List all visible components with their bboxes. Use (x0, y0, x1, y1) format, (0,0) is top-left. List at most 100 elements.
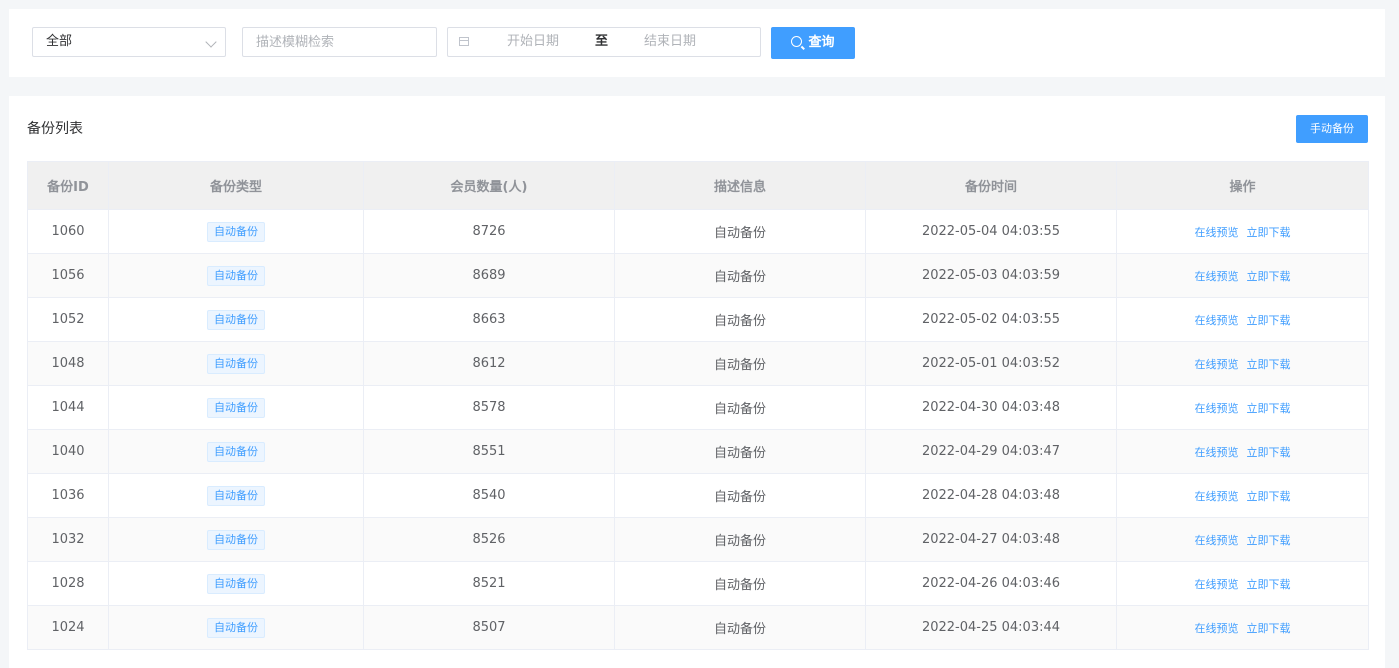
cell-id: 1028 (27, 561, 109, 606)
chevron-down-icon (205, 36, 217, 48)
cell-type: 自动备份 (108, 517, 364, 562)
cell-time: 2022-05-01 04:03:52 (865, 341, 1117, 386)
type-tag: 自动备份 (207, 309, 265, 330)
column-header-id[interactable]: 备份ID (27, 161, 109, 210)
cell-desc: 自动备份 (614, 297, 866, 342)
table-row: 1048 自动备份 8612 自动备份 2022-05-01 04:03:52 … (27, 341, 1369, 386)
cell-id: 1052 (27, 297, 109, 342)
cell-type: 自动备份 (108, 429, 364, 474)
preview-link[interactable]: 在线预览 (1195, 314, 1239, 327)
cell-count: 8689 (363, 253, 615, 298)
column-header-desc[interactable]: 描述信息 (614, 161, 866, 210)
cell-id: 1056 (27, 253, 109, 298)
cell-actions: 在线预览 立即下载 (1116, 561, 1369, 606)
end-date-input[interactable]: 结束日期 (644, 28, 696, 56)
cell-time: 2022-05-02 04:03:55 (865, 297, 1117, 342)
cell-type: 自动备份 (108, 297, 364, 342)
table-row: 1056 自动备份 8689 自动备份 2022-05-03 04:03:59 … (27, 253, 1369, 298)
download-link[interactable]: 立即下载 (1247, 578, 1291, 591)
cell-desc: 自动备份 (614, 561, 866, 606)
cell-desc: 自动备份 (614, 605, 866, 650)
cell-type: 自动备份 (108, 385, 364, 430)
column-header-type[interactable]: 备份类型 (108, 161, 364, 210)
download-link[interactable]: 立即下载 (1247, 226, 1291, 239)
preview-link[interactable]: 在线预览 (1195, 226, 1239, 239)
download-link[interactable]: 立即下载 (1247, 314, 1291, 327)
list-title: 备份列表 (27, 121, 83, 137)
cell-time: 2022-04-30 04:03:48 (865, 385, 1117, 430)
cell-desc: 自动备份 (614, 341, 866, 386)
cell-count: 8540 (363, 473, 615, 518)
type-select-value: 全部 (46, 34, 73, 49)
cell-actions: 在线预览 立即下载 (1116, 473, 1369, 518)
cell-time: 2022-04-25 04:03:44 (865, 605, 1117, 650)
preview-link[interactable]: 在线预览 (1195, 446, 1239, 459)
type-tag: 自动备份 (207, 529, 265, 550)
preview-link[interactable]: 在线预览 (1195, 490, 1239, 503)
type-select[interactable]: 全部 (32, 27, 226, 57)
cell-type: 自动备份 (108, 605, 364, 650)
cell-actions: 在线预览 立即下载 (1116, 429, 1369, 474)
column-header-actions: 操作 (1116, 161, 1369, 210)
range-separator: 至 (595, 34, 609, 49)
type-tag: 自动备份 (207, 485, 265, 506)
cell-time: 2022-04-28 04:03:48 (865, 473, 1117, 518)
preview-link[interactable]: 在线预览 (1195, 622, 1239, 635)
preview-link[interactable]: 在线预览 (1195, 358, 1239, 371)
cell-desc: 自动备份 (614, 473, 866, 518)
cell-count: 8726 (363, 209, 615, 254)
preview-link[interactable]: 在线预览 (1195, 270, 1239, 283)
cell-actions: 在线预览 立即下载 (1116, 605, 1369, 650)
column-header-time[interactable]: 备份时间 (865, 161, 1117, 210)
table-row: 1032 自动备份 8526 自动备份 2022-04-27 04:03:48 … (27, 517, 1369, 562)
search-input[interactable] (242, 27, 437, 57)
cell-count: 8507 (363, 605, 615, 650)
preview-link[interactable]: 在线预览 (1195, 534, 1239, 547)
type-tag: 自动备份 (207, 441, 265, 462)
cell-desc: 自动备份 (614, 517, 866, 562)
cell-time: 2022-05-04 04:03:55 (865, 209, 1117, 254)
table-row: 1036 自动备份 8540 自动备份 2022-04-28 04:03:48 … (27, 473, 1369, 518)
cell-type: 自动备份 (108, 253, 364, 298)
cell-time: 2022-04-29 04:03:47 (865, 429, 1117, 474)
cell-id: 1060 (27, 209, 109, 254)
download-link[interactable]: 立即下载 (1247, 534, 1291, 547)
type-tag: 自动备份 (207, 617, 265, 638)
cell-id: 1044 (27, 385, 109, 430)
cell-desc: 自动备份 (614, 429, 866, 474)
start-date-input[interactable]: 开始日期 (507, 28, 559, 56)
date-range-picker[interactable]: 开始日期 至 结束日期 (447, 27, 761, 57)
cell-count: 8663 (363, 297, 615, 342)
cell-id: 1048 (27, 341, 109, 386)
preview-link[interactable]: 在线预览 (1195, 578, 1239, 591)
cell-count: 8521 (363, 561, 615, 606)
cell-desc: 自动备份 (614, 253, 866, 298)
preview-link[interactable]: 在线预览 (1195, 402, 1239, 415)
cell-time: 2022-05-03 04:03:59 (865, 253, 1117, 298)
cell-actions: 在线预览 立即下载 (1116, 209, 1369, 254)
backup-table: 备份ID 备份类型 会员数量(人) 描述信息 备份时间 操作 1060 自动备份… (27, 161, 1369, 650)
cell-count: 8526 (363, 517, 615, 562)
query-button[interactable]: 查询 (771, 27, 855, 59)
download-link[interactable]: 立即下载 (1247, 446, 1291, 459)
cell-count: 8551 (363, 429, 615, 474)
download-link[interactable]: 立即下载 (1247, 622, 1291, 635)
filter-bar: 全部 开始日期 至 结束日期 查询 (9, 9, 1385, 77)
manual-backup-button[interactable]: 手动备份 (1296, 115, 1368, 143)
cell-desc: 自动备份 (614, 209, 866, 254)
type-tag: 自动备份 (207, 265, 265, 286)
download-link[interactable]: 立即下载 (1247, 270, 1291, 283)
cell-desc: 自动备份 (614, 385, 866, 430)
calendar-icon (459, 37, 469, 46)
column-header-count[interactable]: 会员数量(人) (363, 161, 615, 210)
table-header-row: 备份ID 备份类型 会员数量(人) 描述信息 备份时间 操作 (27, 161, 1369, 210)
search-icon (791, 36, 803, 47)
cell-time: 2022-04-27 04:03:48 (865, 517, 1117, 562)
cell-type: 自动备份 (108, 209, 364, 254)
cell-id: 1040 (27, 429, 109, 474)
cell-type: 自动备份 (108, 473, 364, 518)
download-link[interactable]: 立即下载 (1247, 490, 1291, 503)
cell-actions: 在线预览 立即下载 (1116, 517, 1369, 562)
download-link[interactable]: 立即下载 (1247, 358, 1291, 371)
download-link[interactable]: 立即下载 (1247, 402, 1291, 415)
